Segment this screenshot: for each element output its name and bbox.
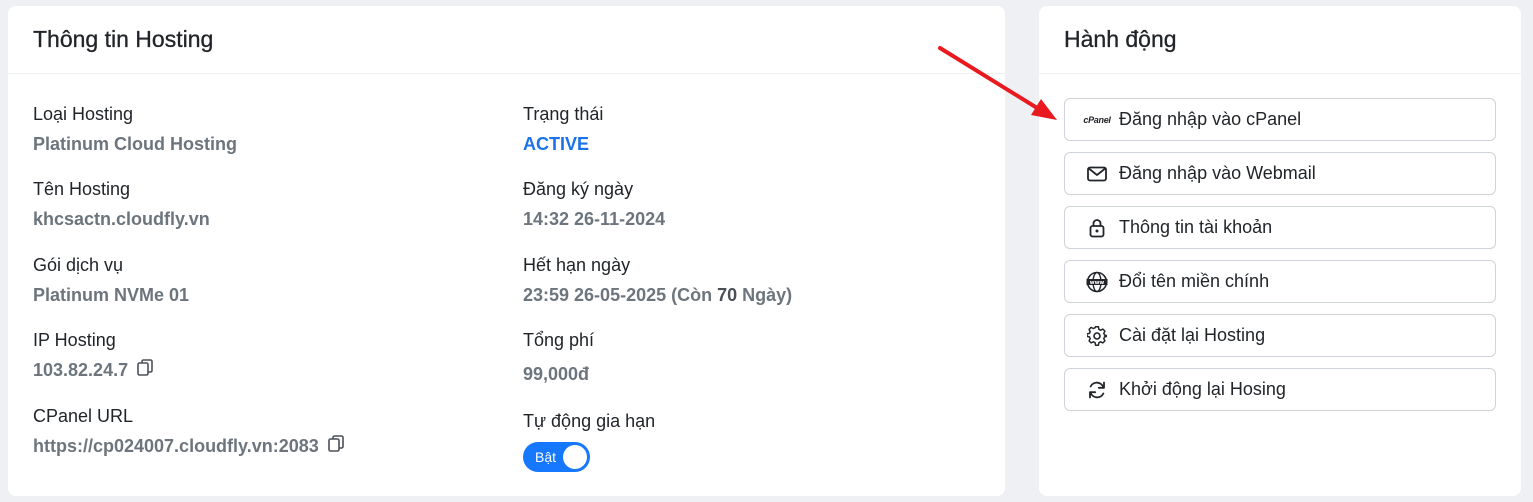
field-hosting-type: Loại Hosting Platinum Cloud Hosting xyxy=(33,103,237,155)
field-label: Hết hạn ngày xyxy=(523,255,631,275)
field-value: khcsactn.cloudfly.vn xyxy=(33,209,210,229)
remaining-days: 70 xyxy=(717,285,738,305)
field-value-row: https://cp024007.cloudfly.vn:2083 xyxy=(33,435,344,457)
webmail-login-button[interactable]: Đăng nhập vào Webmail xyxy=(1064,152,1496,195)
change-main-domain-button[interactable]: www Đổi tên miền chính xyxy=(1064,260,1496,303)
hosting-info-card: Thông tin Hosting Loại Hosting Platinum … xyxy=(8,6,1005,496)
action-label: Đăng nhập vào cPanel xyxy=(1119,109,1302,129)
field-value-row: 103.82.24.7 xyxy=(33,359,153,381)
cpanel-logo-icon: cPanel xyxy=(1083,109,1111,131)
actions-card: Hành động cPanel Đăng nhập vào cPanel Đă… xyxy=(1039,6,1521,496)
action-label: Thông tin tài khoản xyxy=(1119,217,1273,237)
expiry-date-text: 23:59 26-05-2025 (Còn xyxy=(523,285,718,305)
actions-title: Hành động xyxy=(1064,26,1177,52)
field-value: Platinum Cloud Hosting xyxy=(33,134,237,154)
page: Thông tin Hosting Loại Hosting Platinum … xyxy=(0,0,1533,502)
field-label: Loại Hosting xyxy=(33,104,134,124)
action-label: Đăng nhập vào Webmail xyxy=(1119,163,1316,183)
gear-icon xyxy=(1086,325,1108,347)
status-active-value: ACTIVE xyxy=(523,134,590,154)
account-info-button[interactable]: Thông tin tài khoản xyxy=(1064,206,1496,249)
field-label: CPanel URL xyxy=(33,406,134,426)
reinstall-hosting-button[interactable]: Cài đặt lại Hosting xyxy=(1064,314,1496,357)
field-value: 99,000đ xyxy=(523,364,590,384)
field-label: IP Hosting xyxy=(33,330,116,350)
field-registered-date: Đăng ký ngày 14:32 26-11-2024 xyxy=(523,178,665,230)
svg-text:www: www xyxy=(1090,279,1105,285)
hosting-info-header: Thông tin Hosting xyxy=(8,6,1005,74)
field-hosting-name: Tên Hosting khcsactn.cloudfly.vn xyxy=(33,178,210,230)
toggle-knob xyxy=(563,445,587,469)
field-value-row: 23:59 26-05-2025 (Còn 70 Ngày) xyxy=(523,284,792,306)
field-label: Gói dịch vụ xyxy=(33,255,124,275)
cpanel-logo-text: cPanel xyxy=(1083,114,1111,125)
restart-hosting-button[interactable]: Khởi động lại Hosing xyxy=(1064,368,1496,411)
field-label: Tự động gia hạn xyxy=(523,411,656,431)
field-label: Tổng phí xyxy=(523,330,595,350)
lock-icon xyxy=(1086,217,1108,239)
cpanel-login-button[interactable]: cPanel Đăng nhập vào cPanel xyxy=(1064,98,1496,141)
field-value: Platinum NVMe 01 xyxy=(33,285,190,305)
field-value: 14:32 26-11-2024 xyxy=(523,209,666,229)
annotation-arrow-icon xyxy=(938,46,1057,120)
mail-icon xyxy=(1086,163,1108,185)
field-expiry-date: Hết hạn ngày 23:59 26-05-2025 (Còn 70 Ng… xyxy=(523,254,792,306)
field-auto-renew: Tự động gia hạn Bật xyxy=(523,410,655,472)
field-total-fee: Tổng phí 99,000đ xyxy=(523,329,594,385)
globe-www-icon: www xyxy=(1086,271,1108,293)
action-label: Khởi động lại Hosing xyxy=(1119,379,1286,399)
copy-url-icon[interactable] xyxy=(327,435,344,453)
field-label: Đăng ký ngày xyxy=(523,179,634,199)
field-cpanel-url: CPanel URL https://cp024007.cloudfly.vn:… xyxy=(33,405,344,457)
field-label: Tên Hosting xyxy=(33,179,131,199)
remaining-days-suffix: Ngày) xyxy=(737,285,793,305)
actions-header: Hành động xyxy=(1039,6,1521,74)
auto-renew-toggle[interactable]: Bật xyxy=(523,442,590,472)
action-label: Đổi tên miền chính xyxy=(1119,271,1270,291)
ip-hosting-value: 103.82.24.7 xyxy=(33,360,129,380)
field-ip-hosting: IP Hosting 103.82.24.7 xyxy=(33,329,153,381)
action-label: Cài đặt lại Hosting xyxy=(1119,325,1266,345)
field-service-plan: Gói dịch vụ Platinum NVMe 01 xyxy=(33,254,189,306)
hosting-info-title: Thông tin Hosting xyxy=(33,26,214,52)
field-label: Trạng thái xyxy=(523,104,604,124)
field-status: Trạng thái ACTIVE xyxy=(523,103,603,155)
actions-list: cPanel Đăng nhập vào cPanel Đăng nhập và… xyxy=(1064,98,1496,422)
copy-ip-icon[interactable] xyxy=(137,359,153,377)
cpanel-url-value: https://cp024007.cloudfly.vn:2083 xyxy=(33,436,319,456)
toggle-label: Bật xyxy=(535,449,557,465)
refresh-icon xyxy=(1086,379,1108,401)
